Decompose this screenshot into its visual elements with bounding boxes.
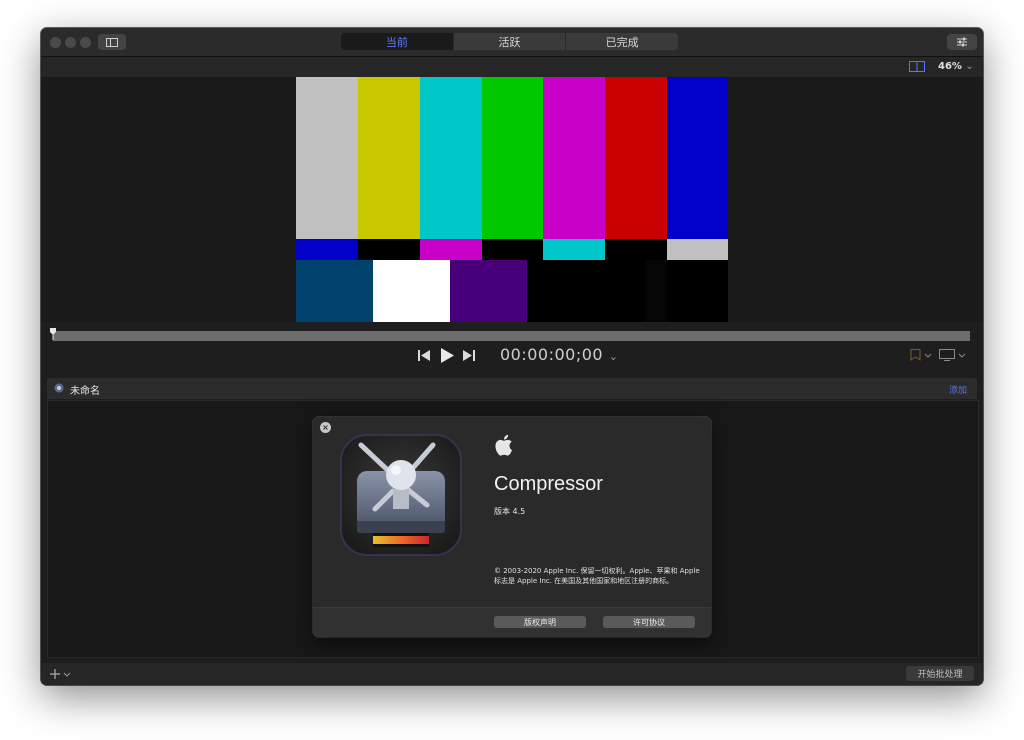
- minimize-window-button[interactable]: [65, 37, 76, 48]
- timeline-scrubber[interactable]: [53, 331, 970, 341]
- close-window-button[interactable]: [50, 37, 61, 48]
- bottom-bar: [41, 663, 983, 685]
- chevron-down-icon: ⌄: [965, 61, 974, 72]
- tab-current[interactable]: 当前: [341, 33, 453, 50]
- video-viewer: [41, 77, 983, 322]
- playhead-icon[interactable]: [50, 328, 56, 340]
- copyright-notice-button[interactable]: 版权声明: [494, 616, 586, 628]
- viewer-toolbar: [41, 57, 983, 77]
- batch-title[interactable]: 未命名: [70, 382, 100, 397]
- zoom-window-button[interactable]: [80, 37, 91, 48]
- batch-header: [47, 378, 977, 399]
- chevron-down-icon: ⌄: [608, 350, 619, 363]
- compressor-app-icon: [340, 434, 462, 556]
- tab-active[interactable]: 活跃: [452, 33, 566, 50]
- app-name: Compressor: [494, 473, 603, 495]
- viewer-layout-icon[interactable]: [909, 61, 925, 72]
- inspector-button[interactable]: [947, 34, 977, 50]
- tab-completed[interactable]: 已完成: [565, 33, 678, 50]
- zoom-level[interactable]: 46% ⌄: [938, 61, 974, 72]
- zoom-value: 46%: [938, 61, 962, 72]
- color-bars-preview: [296, 77, 728, 322]
- add-icon[interactable]: [50, 668, 72, 680]
- display-icon[interactable]: [939, 349, 967, 361]
- apple-logo-icon: [495, 434, 512, 456]
- batch-settings-icon[interactable]: [54, 383, 64, 393]
- skip-forward-icon[interactable]: [463, 350, 475, 361]
- sidebar-toggle-button[interactable]: [98, 34, 126, 50]
- start-batch-button[interactable]: 开始批处理: [906, 666, 974, 681]
- skip-back-icon[interactable]: [418, 350, 430, 361]
- about-dialog: × Compressor 版本 4.5 © 2003-2020 Apple In…: [313, 417, 711, 637]
- app-version: 版本 4.5: [494, 507, 526, 516]
- compressor-window: 当前 活跃 已完成 46% ⌄ 00:00:00;00 ⌄ 未命名 添加 × C…: [41, 28, 983, 685]
- inspector-icon: [957, 37, 967, 47]
- timecode-display[interactable]: 00:00:00;00 ⌄: [500, 345, 618, 364]
- license-button[interactable]: 许可协议: [603, 616, 695, 628]
- copyright-text: © 2003-2020 Apple Inc. 保留一切权利。Apple、苹果和 …: [494, 567, 700, 585]
- view-segmented-control: 当前 活跃 已完成: [341, 33, 678, 50]
- marker-icon[interactable]: [910, 349, 932, 361]
- sidebar-toggle-icon: [106, 37, 118, 47]
- add-button[interactable]: 添加: [949, 383, 967, 396]
- timecode-value: 00:00:00;00: [500, 345, 604, 364]
- title-bar: 当前 活跃 已完成: [41, 28, 983, 57]
- close-icon[interactable]: ×: [320, 422, 331, 433]
- play-icon[interactable]: [440, 348, 454, 363]
